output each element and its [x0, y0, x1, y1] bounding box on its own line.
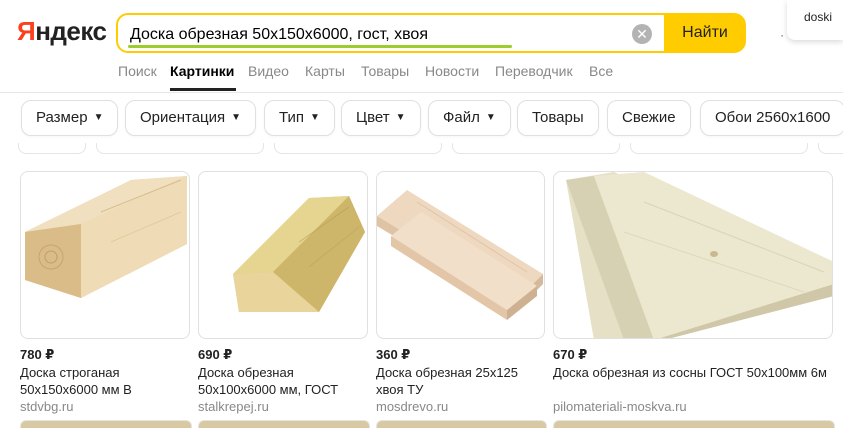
- result-card[interactable]: 690 ₽ Доска обрезная 50x100x6000 мм, ГОС…: [198, 171, 368, 414]
- result-domain[interactable]: pilomateriali-moskva.ru: [553, 399, 687, 414]
- header: Яндекс ✕ Найти ᐧ doski Поиск Картинки Ви…: [0, 0, 843, 92]
- logo-first-letter: Я: [17, 16, 36, 46]
- chevron-down-icon: ▼: [93, 112, 104, 123]
- long-boards-image: [566, 172, 832, 338]
- filter-color[interactable]: Цвет ▼: [341, 100, 421, 136]
- search-bar: ✕ Найти: [116, 13, 746, 53]
- result-domain[interactable]: stdvbg.ru: [20, 399, 73, 414]
- filter-fresh[interactable]: Свежие: [607, 100, 691, 136]
- search-underline: [128, 45, 512, 48]
- tab-video[interactable]: Видео: [248, 63, 289, 79]
- result-price: 360 ₽: [376, 347, 411, 362]
- search-input[interactable]: [130, 24, 620, 46]
- filter-label: Обои 2560x1600: [715, 109, 831, 126]
- ghost-card: [274, 143, 442, 154]
- suggestion-item[interactable]: doski: [804, 10, 832, 24]
- filter-label: Тип: [279, 109, 305, 126]
- result-domain[interactable]: mosdrevo.ru: [376, 399, 448, 414]
- ghost-card: [96, 143, 264, 154]
- chevron-down-icon: ▼: [310, 112, 320, 123]
- clear-search-button[interactable]: ✕: [632, 24, 652, 44]
- filter-wallpaper[interactable]: Обои 2560x1600: [700, 100, 843, 136]
- active-tab-indicator: [170, 88, 236, 91]
- close-icon: ✕: [636, 26, 648, 42]
- result-price: 780 ₽: [20, 347, 55, 362]
- edged-board-image: [233, 196, 365, 312]
- filter-size[interactable]: Размер ▼: [21, 100, 119, 136]
- search-submit-button[interactable]: Найти: [664, 13, 746, 53]
- tab-products[interactable]: Товары: [361, 63, 409, 79]
- filter-label: Размер: [36, 109, 88, 126]
- previous-row-remnant: [0, 143, 843, 155]
- filter-file[interactable]: Файл ▼: [428, 100, 511, 136]
- filter-label: Цвет: [356, 109, 390, 126]
- result-title[interactable]: Доска обрезная из сосны ГОСТ 50х100мм 6м: [553, 364, 833, 381]
- tab-news[interactable]: Новости: [425, 63, 479, 79]
- result-card[interactable]: 780 ₽ Доска строганая 50x150x6000 мм В s…: [20, 171, 190, 414]
- suggestion-dropdown: doski: [787, 0, 843, 40]
- result-thumbnail[interactable]: [553, 171, 833, 339]
- ghost-card: [452, 143, 620, 154]
- filter-orientation[interactable]: Ориентация ▼: [125, 100, 257, 136]
- user-icon[interactable]: ᐧ: [780, 28, 784, 45]
- filter-label: Свежие: [622, 109, 676, 126]
- tab-search[interactable]: Поиск: [118, 63, 157, 79]
- logo-rest: ндекс: [35, 16, 107, 46]
- tab-images[interactable]: Картинки: [170, 63, 234, 79]
- result-thumbnail[interactable]: [198, 171, 368, 339]
- planed-board-image: [25, 176, 187, 298]
- filter-label: Файл: [443, 109, 480, 126]
- filter-bar: Размер ▼ Ориентация ▼ Тип ▼ Цвет ▼ Файл ▼ Тов…: [0, 93, 843, 143]
- filter-products[interactable]: Товары: [517, 100, 599, 136]
- chevron-down-icon: ▼: [231, 112, 242, 123]
- result-title[interactable]: Доска обрезная 25x125 хвоя ТУ: [376, 364, 545, 398]
- result-thumbnail[interactable]: [376, 171, 545, 339]
- result-domain[interactable]: stalkrepej.ru: [198, 399, 269, 414]
- tab-all[interactable]: Все: [589, 63, 613, 79]
- filter-label: Товары: [532, 109, 584, 126]
- ghost-card: [630, 143, 808, 154]
- tab-translator[interactable]: Переводчик: [495, 63, 573, 79]
- tab-maps[interactable]: Карты: [305, 63, 345, 79]
- result-title[interactable]: Доска строганая 50x150x6000 мм В: [20, 364, 190, 398]
- result-price: 690 ₽: [198, 347, 233, 362]
- ghost-card: [18, 143, 86, 154]
- ghost-card: [818, 143, 843, 154]
- next-row-remnant: [0, 420, 843, 428]
- chevron-down-icon: ▼: [485, 112, 496, 123]
- chevron-down-icon: ▼: [395, 112, 406, 123]
- result-price: 670 ₽: [553, 347, 588, 362]
- result-title[interactable]: Доска обрезная 50x100x6000 мм, ГОСТ: [198, 364, 368, 398]
- filter-label: Ориентация: [140, 109, 226, 126]
- result-card[interactable]: 670 ₽ Доска обрезная из сосны ГОСТ 50х10…: [553, 171, 833, 414]
- result-card[interactable]: 360 ₽ Доска обрезная 25x125 хвоя ТУ mosd…: [376, 171, 545, 414]
- filter-type[interactable]: Тип ▼: [264, 100, 335, 136]
- yandex-logo[interactable]: Яндекс: [17, 16, 107, 47]
- boards-pair-image: [377, 190, 543, 320]
- result-thumbnail[interactable]: [20, 171, 190, 339]
